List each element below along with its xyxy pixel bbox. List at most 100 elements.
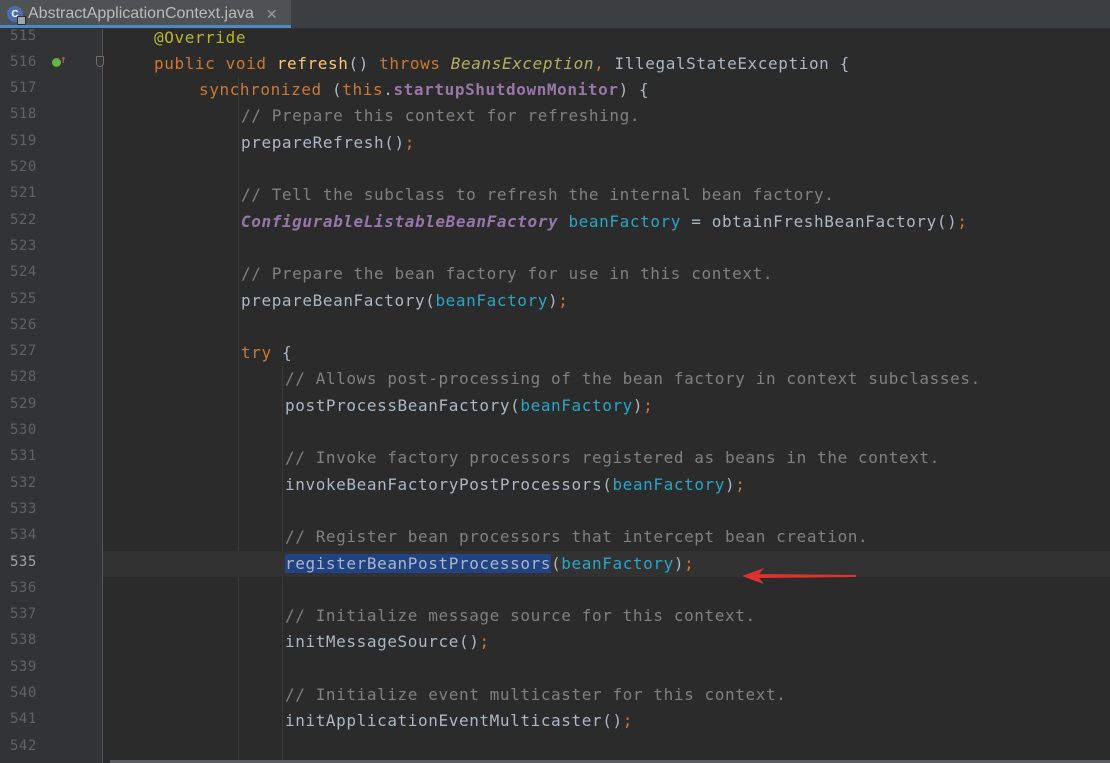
code-line[interactable]: // Initialize event multicaster for this… <box>103 682 1110 708</box>
close-icon[interactable]: ✕ <box>266 6 278 23</box>
code-token: postProcessBeanFactory( <box>285 395 521 415</box>
gutter-line[interactable]: 518 <box>0 103 102 129</box>
line-number: 537 <box>10 606 37 623</box>
code-token: startupShutdownMonitor <box>393 80 619 100</box>
line-number: 523 <box>10 237 37 254</box>
code-line[interactable]: // Prepare the bean factory for use in t… <box>103 261 1110 287</box>
code-token: @Override <box>154 29 247 47</box>
code-token: // Prepare the bean factory for use in t… <box>241 264 774 284</box>
code-token: this <box>342 80 384 100</box>
gutter-line[interactable]: 535 <box>0 551 102 577</box>
gutter-line[interactable]: 523 <box>0 235 102 261</box>
code-line[interactable] <box>103 577 1110 603</box>
gutter-line[interactable]: 539 <box>0 656 102 682</box>
gutter-line[interactable]: 521 <box>0 182 102 208</box>
code-line[interactable]: // Invoke factory processors registered … <box>103 445 1110 471</box>
gutter-line[interactable]: 515 <box>0 29 102 51</box>
gutter-line[interactable]: 538 <box>0 629 102 655</box>
gutter-line[interactable]: 529 <box>0 393 102 419</box>
code-area[interactable]: @Override public void refresh() throws Be… <box>103 29 1110 763</box>
code-token: public <box>154 53 226 73</box>
line-number: 533 <box>10 500 37 517</box>
code-editor[interactable]: 515 516 ↑ 517 518 519 520 521 522 523 524 525 526 527… <box>0 29 1110 763</box>
code-line[interactable]: invokeBeanFactoryPostProcessors(beanFact… <box>103 472 1110 498</box>
java-class-icon: C <box>7 6 26 25</box>
code-line[interactable] <box>103 735 1110 761</box>
code-token: try <box>241 343 282 363</box>
gutter-line[interactable]: 519 <box>0 130 102 156</box>
tab-label: AbstractApplicationContext.java <box>28 5 254 22</box>
line-number: 519 <box>10 132 37 149</box>
code-token: . <box>383 80 394 100</box>
gutter-line[interactable]: 525 <box>0 288 102 314</box>
gutter-line[interactable]: 536 <box>0 577 102 603</box>
code-line[interactable]: synchronized (this.startupShutdownMonito… <box>103 77 1110 103</box>
line-number: 541 <box>10 711 37 728</box>
code-token: invokeBeanFactoryPostProcessors( <box>285 474 613 494</box>
code-token: () <box>348 53 380 73</box>
code-token: void <box>225 53 277 73</box>
line-number: 516 <box>10 53 37 70</box>
code-line[interactable]: prepareRefresh(); <box>103 130 1110 156</box>
override-arrow-icon[interactable]: ↑ <box>60 53 67 66</box>
code-line[interactable]: // Prepare this context for refreshing. <box>103 103 1110 129</box>
gutter-line[interactable]: 522 <box>0 209 102 235</box>
code-line[interactable]: // Register bean processors that interce… <box>103 524 1110 550</box>
gutter-line[interactable]: 541 <box>0 708 102 734</box>
gutter-line[interactable]: 520 <box>0 156 102 182</box>
code-token: = obtainFreshBeanFactory() <box>681 211 958 231</box>
code-line[interactable]: initApplicationEventMulticaster(); <box>103 708 1110 734</box>
code-line[interactable]: initMessageSource(); <box>103 629 1110 655</box>
code-line[interactable] <box>103 314 1110 340</box>
line-number: 538 <box>10 632 37 649</box>
current-code-line[interactable]: registerBeanPostProcessors(beanFactory); <box>103 550 1110 577</box>
code-line[interactable]: prepareBeanFactory(beanFactory); <box>103 288 1110 314</box>
code-line[interactable]: // Allows post-processing of the bean fa… <box>103 366 1110 392</box>
gutter-line[interactable]: 532 <box>0 472 102 498</box>
code-line[interactable] <box>103 156 1110 182</box>
code-token: ; <box>479 632 490 652</box>
lock-icon <box>17 16 26 25</box>
code-token: refresh <box>276 53 349 73</box>
code-token: ) <box>673 553 685 573</box>
gutter-line[interactable]: 517 <box>0 77 102 103</box>
gutter-line[interactable]: 528 <box>0 366 102 392</box>
code-line[interactable]: @Override <box>103 29 1110 51</box>
code-line[interactable] <box>103 498 1110 524</box>
line-number: 542 <box>10 737 37 754</box>
code-line[interactable] <box>103 235 1110 261</box>
gutter-line[interactable]: 524 <box>0 261 102 287</box>
code-token: // Allows post-processing of the bean fa… <box>285 369 981 389</box>
code-line[interactable] <box>103 656 1110 682</box>
code-line[interactable]: try { <box>103 340 1110 366</box>
code-token: beanFactory <box>612 474 726 494</box>
gutter-line[interactable]: 531 <box>0 445 102 471</box>
gutter-line[interactable]: 540 <box>0 682 102 708</box>
tab-abstract-application-context[interactable]: C AbstractApplicationContext.java ✕ <box>0 0 291 28</box>
gutter-line[interactable]: 534 <box>0 524 102 550</box>
code-token: prepareBeanFactory( <box>241 290 436 310</box>
active-tab-indicator <box>0 25 291 28</box>
code-line[interactable]: // Tell the subclass to refresh the inte… <box>103 182 1110 208</box>
code-token: // Tell the subclass to refresh the inte… <box>241 185 835 205</box>
gutter-line[interactable]: 533 <box>0 498 102 524</box>
gutter-line[interactable]: 530 <box>0 419 102 445</box>
code-line[interactable]: public void refresh() throws BeansExcept… <box>103 51 1110 77</box>
gutter-line[interactable]: 542 <box>0 735 102 761</box>
editor-tab-bar: C AbstractApplicationContext.java ✕ <box>0 0 1110 29</box>
code-line[interactable]: ConfigurableListableBeanFactory beanFact… <box>103 209 1110 235</box>
gutter-line[interactable]: 516 ↑ <box>0 51 104 77</box>
red-arrow-annotation <box>742 568 856 584</box>
line-number-gutter[interactable]: 515 516 ↑ 517 518 519 520 521 522 523 524 525 526 527… <box>0 29 104 763</box>
gutter-line[interactable]: 537 <box>0 603 102 629</box>
code-line[interactable] <box>103 419 1110 445</box>
code-token: ; <box>735 474 746 494</box>
code-token: synchronized <box>199 80 333 100</box>
code-token: // Prepare this context for refreshing. <box>241 106 641 126</box>
gutter-line[interactable]: 527 <box>0 340 102 366</box>
line-number: 527 <box>10 343 37 360</box>
gutter-line[interactable]: 526 <box>0 314 102 340</box>
code-line[interactable]: // Initialize message source for this co… <box>103 603 1110 629</box>
line-number: 540 <box>10 685 37 701</box>
code-line[interactable]: postProcessBeanFactory(beanFactory); <box>103 393 1110 419</box>
